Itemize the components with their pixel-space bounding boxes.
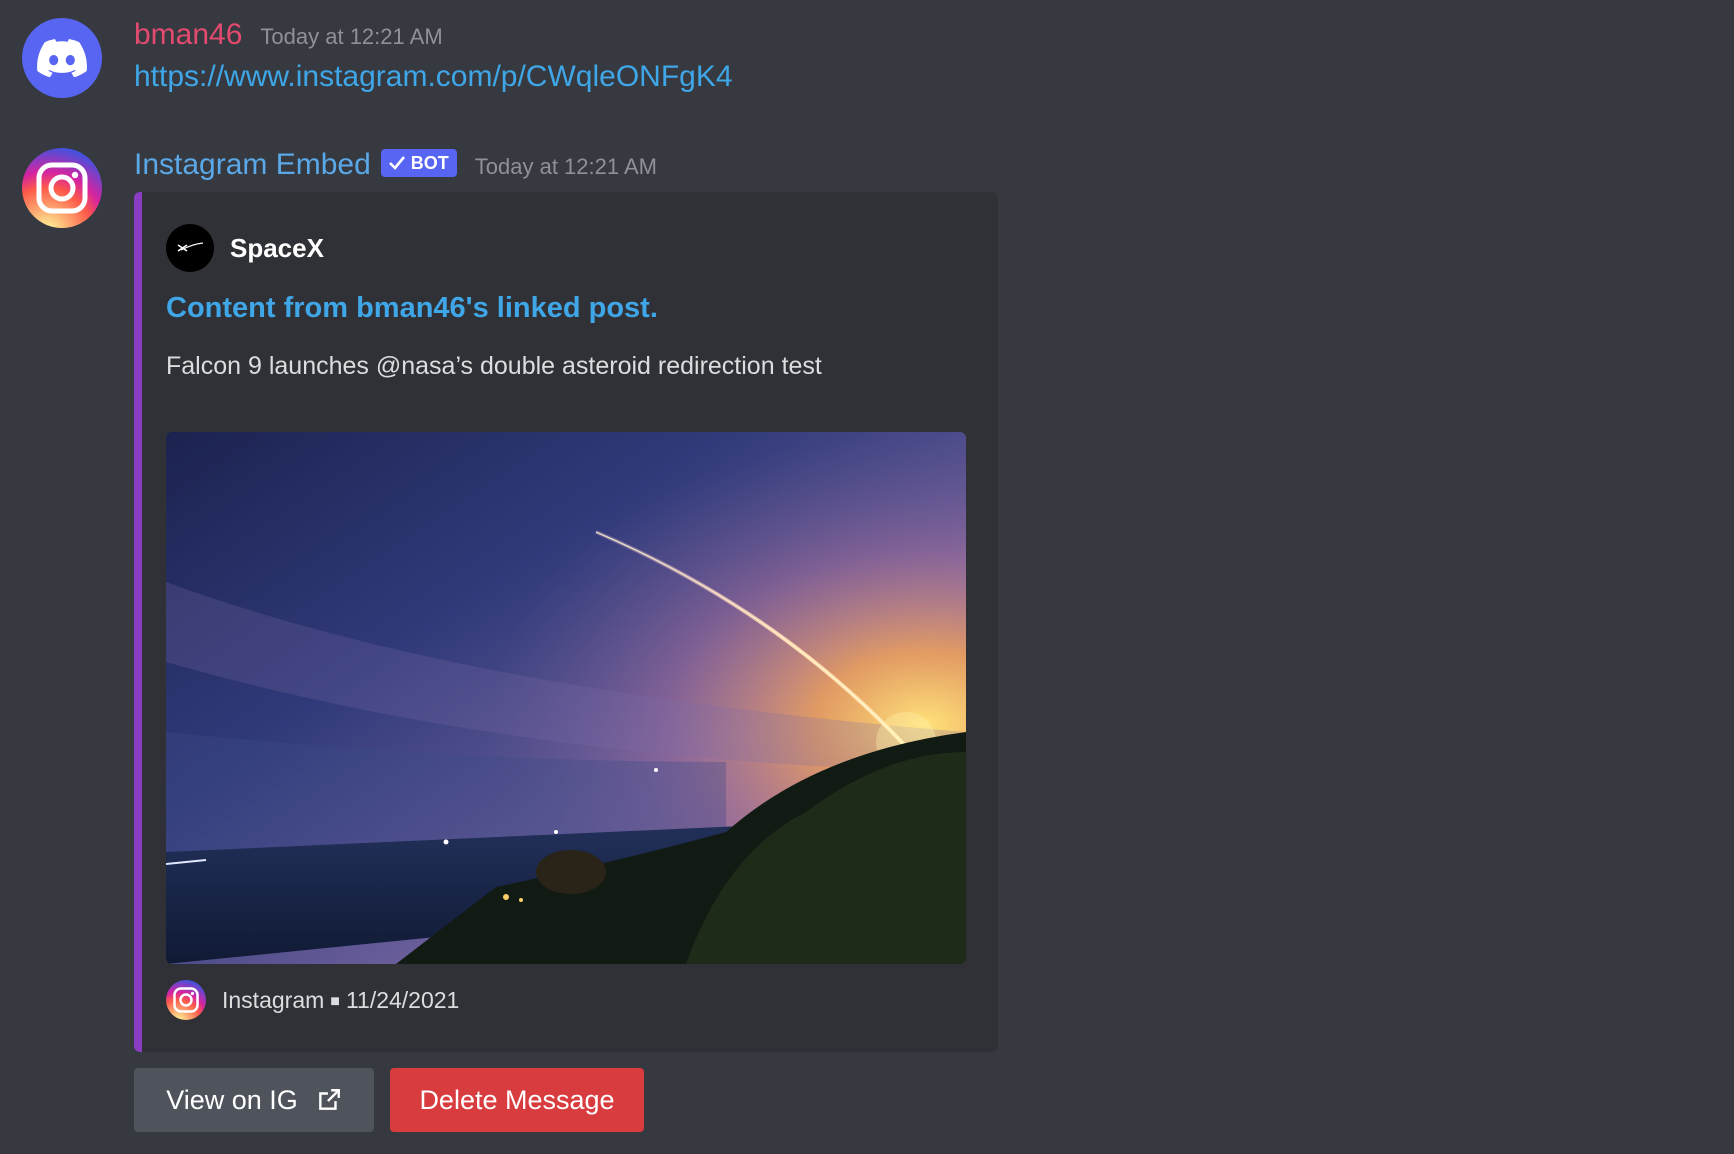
discord-logo-icon: [37, 39, 87, 77]
bot-avatar[interactable]: [22, 148, 102, 228]
message-header: Instagram Embed BOT Today at 12:21 AM: [134, 148, 657, 182]
verified-check-icon: [388, 156, 405, 170]
timestamp: Today at 12:21 AM: [260, 24, 443, 49]
bot-username[interactable]: Instagram Embed: [134, 148, 371, 182]
embed-image[interactable]: [166, 432, 966, 964]
bot-badge-label: BOT: [410, 152, 449, 173]
external-link-icon: [318, 1089, 340, 1110]
instagram-logo-icon: [36, 162, 88, 214]
embed-footer: Instagram ■ 11/24/2021: [166, 980, 459, 1020]
bot-badge: BOT: [380, 149, 457, 177]
embed-author: SpaceX: [166, 224, 324, 272]
spacex-logo-icon: [166, 224, 214, 272]
user-avatar[interactable]: [22, 18, 102, 98]
message-action-row: View on IG Delete Message: [134, 1068, 644, 1132]
embed-title-link[interactable]: Content from bman46's linked post.: [166, 292, 658, 325]
embed-footer-text: Instagram: [222, 986, 325, 1013]
instagram-embed-card: SpaceX Content from bman46's linked post…: [134, 192, 998, 1052]
view-on-ig-label: View on IG: [166, 1084, 298, 1115]
embed-author-name[interactable]: SpaceX: [230, 233, 324, 264]
delete-message-button[interactable]: Delete Message: [390, 1068, 644, 1132]
rocket-launch-photo: [166, 432, 966, 964]
instagram-logo-icon: [166, 980, 206, 1020]
timestamp: Today at 12:21 AM: [474, 154, 658, 179]
username[interactable]: bman46: [134, 18, 242, 52]
view-on-ig-button[interactable]: View on IG: [134, 1068, 374, 1132]
embed-footer-date: 11/24/2021: [345, 986, 460, 1013]
footer-separator: ■: [330, 992, 340, 1010]
message-header: bman46 Today at 12:21 AM: [134, 18, 443, 52]
instagram-post-link[interactable]: https://www.instagram.com/p/CWqleONFgK4: [134, 60, 733, 94]
embed-description: Falcon 9 launches @nasa’s double asteroi…: [166, 352, 822, 380]
